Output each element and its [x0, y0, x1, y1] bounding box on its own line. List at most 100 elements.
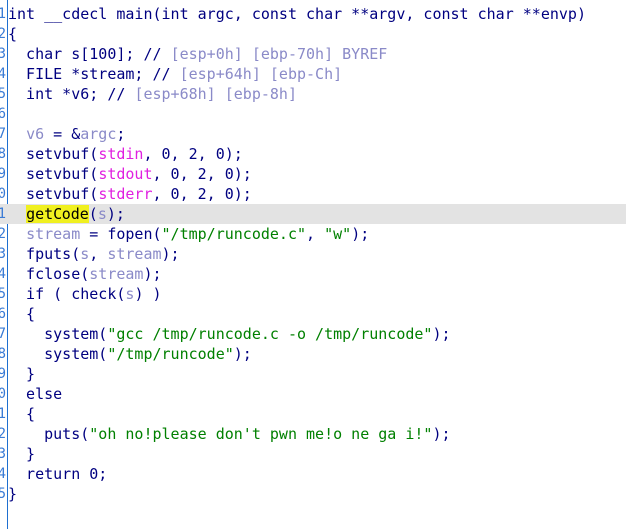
code-line[interactable]: 9 setvbuf(stdout, 0, 2, 0); — [0, 164, 626, 184]
line-number: 21 — [0, 406, 6, 422]
code-line[interactable]: 22 puts("oh no!please don't pwn me!o ne … — [0, 424, 626, 444]
code-text: char s[100]; // [esp+0h] [ebp-70h] BYREF — [8, 44, 387, 64]
line-number: 6 — [0, 106, 6, 122]
code-text: fclose(stream); — [8, 264, 161, 284]
code-text: v6 = &argc; — [8, 124, 125, 144]
code-line[interactable]: 6 — [0, 104, 626, 124]
code-line[interactable]: 20 else — [0, 384, 626, 404]
code-text: } — [8, 444, 35, 464]
variable-token[interactable]: s — [98, 205, 107, 223]
code-token: } — [8, 485, 18, 503]
code-line[interactable]: 21 { — [0, 404, 626, 424]
code-line[interactable]: 2{ — [0, 24, 626, 44]
code-token: if ( check( — [8, 285, 126, 303]
code-token: { — [8, 405, 36, 423]
code-token: ; — [116, 125, 126, 143]
line-number: 19 — [0, 366, 6, 382]
code-line[interactable]: 1 int __cdecl main(int argc, const char *… — [0, 4, 626, 24]
code-text: stream = fopen("/tmp/runcode.c", "w"); — [8, 224, 369, 244]
line-number: 10 — [0, 186, 6, 202]
code-text: int __cdecl main(int argc, const char **… — [8, 4, 586, 24]
string-literal: "oh no!please don't pwn me!o ne ga i!" — [89, 425, 433, 443]
string-literal: "w" — [324, 225, 352, 243]
code-token: ); — [106, 205, 125, 223]
code-line[interactable]: 15 if ( check(s) ) — [0, 284, 626, 304]
code-token: ); — [351, 225, 370, 243]
code-token: = & — [44, 125, 81, 143]
comment: [esp+68h] [ebp-8h] — [134, 85, 297, 103]
code-text: } — [8, 484, 17, 504]
code-token: ); — [233, 345, 252, 363]
code-line[interactable]: 8 setvbuf(stdin, 0, 2, 0); — [0, 144, 626, 164]
highlighted-identifier[interactable]: ode — [61, 205, 89, 223]
code-line[interactable]: 25} — [0, 484, 626, 504]
global-token[interactable]: stdin — [98, 145, 143, 163]
code-line[interactable]: 11 getCode(s); — [0, 204, 626, 224]
code-token: else — [8, 385, 63, 403]
string-literal: "gcc /tmp/runcode.c -o /tmp/runcode" — [107, 325, 433, 343]
code-line[interactable]: 23 } — [0, 444, 626, 464]
line-number: 18 — [0, 346, 6, 362]
code-text: else — [8, 384, 62, 404]
variable-token[interactable]: argc — [80, 125, 116, 143]
code-text: return 0; — [8, 464, 107, 484]
line-number: 14 — [0, 266, 6, 282]
line-number: 2 — [0, 26, 6, 42]
code-token: int *v6; // — [8, 85, 135, 103]
comment: [esp+64h] [ebp-Ch] — [179, 65, 343, 83]
line-number: 22 — [0, 426, 6, 442]
code-token: { — [8, 305, 36, 323]
line-number: 1 — [0, 6, 6, 22]
code-line[interactable]: 18 system("/tmp/runcode"); — [0, 344, 626, 364]
code-token: } — [8, 365, 36, 383]
highlighted-identifier[interactable]: getC — [26, 205, 63, 223]
variable-token[interactable]: s — [80, 245, 89, 263]
code-line[interactable]: 19 } — [0, 364, 626, 384]
pseudocode-view[interactable]: 1 int __cdecl main(int argc, const char *… — [0, 0, 626, 529]
line-number: 16 — [0, 306, 6, 322]
string-literal: "/tmp/runcode" — [107, 345, 234, 363]
code-line[interactable]: 17 system("gcc /tmp/runcode.c -o /tmp/ru… — [0, 324, 626, 344]
code-token: system( — [8, 325, 108, 343]
variable-token[interactable]: stream — [26, 225, 80, 243]
global-token[interactable]: stderr — [98, 185, 152, 203]
code-line[interactable]: 4 FILE *stream; // [esp+64h] [ebp-Ch] — [0, 64, 626, 84]
code-token: FILE *stream; // — [8, 65, 180, 83]
code-line[interactable]: 5 int *v6; // [esp+68h] [ebp-8h] — [0, 84, 626, 104]
code-token: char s[100]; // — [8, 45, 171, 63]
code-line[interactable]: 16 { — [0, 304, 626, 324]
code-line[interactable]: 10 setvbuf(stderr, 0, 2, 0); — [0, 184, 626, 204]
code-line[interactable]: 13 fputs(s, stream); — [0, 244, 626, 264]
code-token: setvbuf( — [8, 185, 99, 203]
code-text: { — [8, 304, 35, 324]
code-token: } — [8, 445, 36, 463]
code-token: fclose( — [8, 265, 90, 283]
code-token: puts( — [8, 425, 90, 443]
code-token: = fopen( — [80, 225, 162, 243]
line-number: 3 — [0, 46, 6, 62]
comment: [esp+0h] [ebp-70h] BYREF — [170, 45, 388, 63]
code-line[interactable]: 24 return 0; — [0, 464, 626, 484]
code-text: fputs(s, stream); — [8, 244, 180, 264]
line-number: 24 — [0, 466, 6, 482]
line-number: 11 — [0, 206, 6, 222]
line-number: 15 — [0, 286, 6, 302]
code-token: setvbuf( — [8, 145, 99, 163]
variable-token[interactable]: stream — [107, 245, 161, 263]
line-number: 7 — [0, 126, 6, 142]
code-text: int *v6; // [esp+68h] [ebp-8h] — [8, 84, 297, 104]
variable-token[interactable]: stream — [89, 265, 143, 283]
code-token: , — [306, 225, 325, 243]
code-line[interactable]: 3 char s[100]; // [esp+0h] [ebp-70h] BYR… — [0, 44, 626, 64]
code-line[interactable]: 14 fclose(stream); — [0, 264, 626, 284]
global-token[interactable]: stdout — [98, 165, 152, 183]
code-text: if ( check(s) ) — [8, 284, 162, 304]
code-text: setvbuf(stderr, 0, 2, 0); — [8, 184, 252, 204]
code-token: ) ) — [134, 285, 162, 303]
variable-token[interactable]: v6 — [26, 125, 44, 143]
code-token: , — [89, 245, 108, 263]
code-line[interactable]: 7 v6 = &argc; — [0, 124, 626, 144]
code-line[interactable]: 12 stream = fopen("/tmp/runcode.c", "w")… — [0, 224, 626, 244]
